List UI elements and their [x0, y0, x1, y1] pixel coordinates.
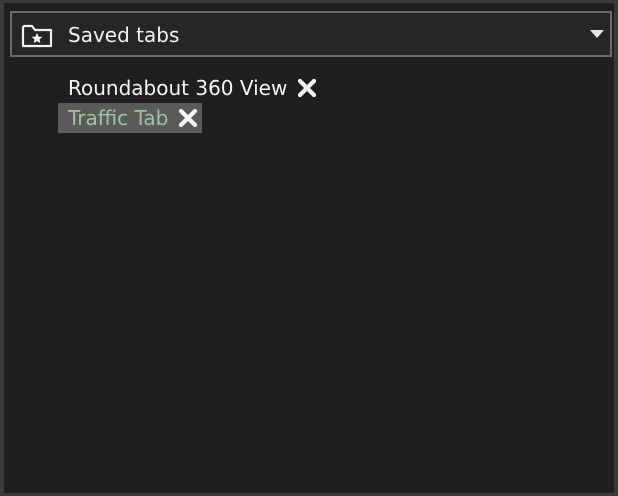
close-icon[interactable]: [295, 76, 319, 100]
close-icon[interactable]: [176, 106, 200, 130]
saved-tab-label: Roundabout 360 View: [68, 76, 288, 100]
saved-tab-item-traffic-tab[interactable]: Traffic Tab: [58, 103, 203, 133]
folder-star-icon: [21, 24, 53, 48]
chevron-down-icon[interactable]: [590, 30, 604, 38]
saved-tabs-title: Saved tabs: [68, 23, 180, 47]
saved-tab-item-roundabout-360-view[interactable]: Roundabout 360 View: [58, 73, 321, 103]
saved-tab-label: Traffic Tab: [68, 106, 169, 130]
saved-tabs-panel: Saved tabs Roundabout 360 View Traffic T…: [0, 0, 618, 496]
saved-tabs-list: Roundabout 360 View Traffic Tab: [58, 73, 321, 133]
saved-tabs-header[interactable]: Saved tabs: [10, 11, 612, 57]
